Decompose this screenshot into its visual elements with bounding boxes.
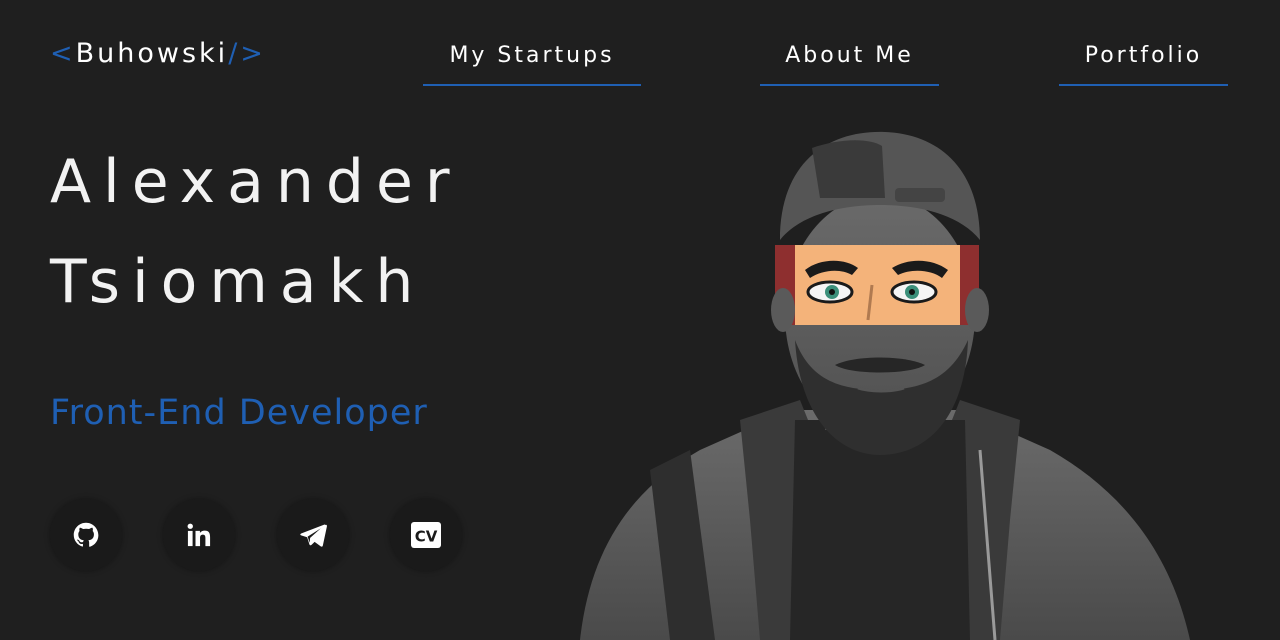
telegram-icon	[300, 524, 327, 547]
logo-name: Buhowski	[75, 38, 229, 69]
logo-close-bracket: />	[228, 38, 266, 69]
site-logo[interactable]: < Buhowski />	[50, 38, 266, 69]
logo-open-bracket: <	[50, 38, 76, 69]
hero-first-name: Alexander	[50, 147, 462, 217]
github-button[interactable]	[50, 499, 122, 571]
nav-link-my-startups[interactable]: My Startups	[423, 40, 641, 86]
linkedin-button[interactable]	[163, 499, 235, 571]
portrait-illustration	[580, 131, 1190, 640]
cv-button[interactable]: CV	[390, 499, 462, 571]
hero-last-name: Tsiomakh	[50, 247, 426, 317]
github-icon	[73, 522, 99, 547]
hero-role: Front-End Developer	[50, 393, 428, 433]
cv-icon: CV	[411, 522, 441, 548]
cv-icon-text: CV	[415, 528, 438, 546]
linkedin-icon	[187, 523, 211, 547]
nav-link-about-me[interactable]: About Me	[760, 40, 939, 86]
page: < Buhowski /> My Startups About Me Portf…	[0, 0, 1280, 640]
telegram-button[interactable]	[277, 499, 349, 571]
nav-link-portfolio[interactable]: Portfolio	[1059, 40, 1228, 86]
